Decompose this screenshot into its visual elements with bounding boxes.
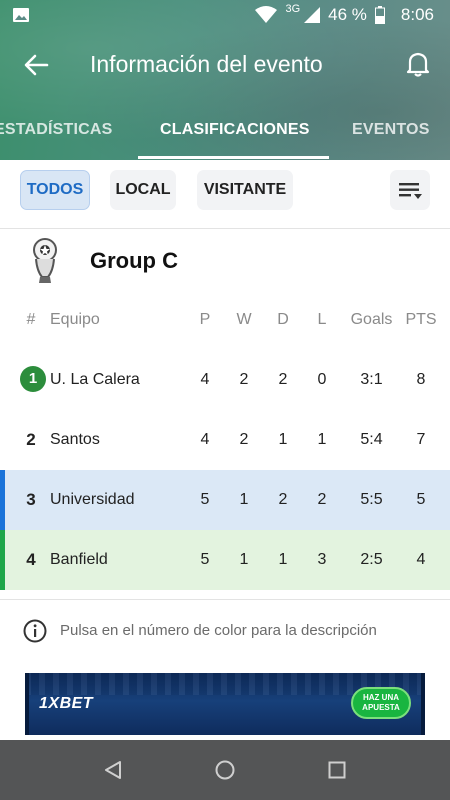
bell-icon[interactable] (406, 50, 430, 78)
losses-value: 1 (317, 431, 327, 448)
points-value: 5 (416, 491, 426, 508)
filter-visitante-button[interactable]: VISITANTE (197, 170, 293, 210)
ad-edge-left (25, 673, 29, 735)
points-value: 8 (416, 371, 426, 388)
position-number: 2 (26, 430, 36, 449)
goals-value: 5:4 (360, 431, 383, 448)
battery-icon (374, 6, 385, 24)
points-value: 7 (416, 431, 426, 448)
played-value: 4 (200, 431, 210, 448)
col-header-wins: W (236, 311, 252, 328)
system-nav-bar (0, 740, 450, 800)
group-title: Group C (90, 248, 178, 273)
ad-banner[interactable]: 1XBET HAZ UNA APUESTA (25, 673, 425, 735)
row-highlight-bar-green (0, 530, 5, 590)
table-row[interactable]: 1 U. La Calera 4 2 2 0 3:1 8 (0, 350, 450, 410)
sort-button[interactable] (390, 170, 430, 210)
ad-cta-button[interactable]: HAZ UNA APUESTA (351, 687, 411, 719)
toolbar: Información del evento (0, 32, 450, 98)
divider (0, 599, 450, 600)
losses-value: 3 (317, 551, 327, 568)
wins-value: 2 (239, 431, 249, 448)
points-value: 4 (416, 551, 426, 568)
tab-bar: ESTADÍSTICAS CLASIFICACIONES EVENTOS (0, 98, 450, 160)
col-header-played: P (199, 311, 211, 328)
filter-todos-button[interactable]: TODOS (20, 170, 90, 210)
ad-edge-right (421, 673, 425, 735)
draws-value: 1 (278, 431, 288, 448)
status-bar: 3G 46 % 8:06 (0, 0, 450, 32)
played-value: 5 (200, 491, 210, 508)
goals-value: 3:1 (360, 371, 383, 388)
page-title: Información del evento (90, 51, 323, 77)
tab-eventos[interactable]: EVENTOS (352, 121, 430, 139)
tab-clasificaciones[interactable]: CLASIFICACIONES (160, 121, 310, 139)
table-row-highlighted[interactable]: 4 Banfield 5 1 1 3 2:5 4 (0, 530, 450, 590)
team-name: Universidad (50, 491, 135, 508)
network-type: 3G (285, 3, 301, 15)
trophy-icon (33, 238, 57, 283)
draws-value: 2 (278, 371, 288, 388)
wins-value: 1 (239, 551, 249, 568)
losses-value: 2 (317, 491, 327, 508)
played-value: 5 (200, 551, 210, 568)
filter-bar: TODOS LOCAL VISITANTE (0, 160, 450, 229)
col-header-losses: L (317, 311, 327, 328)
position-number[interactable]: 4 (20, 530, 42, 590)
team-name: U. La Calera (50, 371, 140, 388)
info-icon (23, 619, 47, 643)
table-row[interactable]: 2 Santos 4 2 1 1 5:4 7 (0, 410, 450, 470)
position-number[interactable]: 3 (20, 470, 42, 530)
draws-value: 2 (278, 491, 288, 508)
nav-back-icon[interactable] (101, 758, 125, 782)
col-header-position: # (26, 311, 36, 328)
wins-value: 1 (239, 491, 249, 508)
table-row-highlighted[interactable]: 3 Universidad 5 1 2 2 5:5 5 (0, 470, 450, 530)
ad-brand-logo: 1XBET (39, 695, 94, 712)
active-tab-indicator (138, 156, 329, 159)
sort-list-icon (399, 183, 422, 199)
team-name: Banfield (50, 551, 108, 568)
filter-local-button[interactable]: LOCAL (110, 170, 176, 210)
group-header: Group C (0, 229, 450, 295)
clock: 8:06 (400, 5, 434, 24)
losses-value: 0 (317, 371, 327, 388)
played-value: 4 (200, 371, 210, 388)
back-arrow-icon[interactable] (22, 51, 50, 79)
table-header-row: # Equipo P W D L Goals PTS (0, 290, 450, 350)
tab-estadisticas[interactable]: ESTADÍSTICAS (0, 121, 113, 139)
wifi-icon (255, 6, 278, 23)
signal-icon (304, 7, 321, 23)
ad-container: 1XBET HAZ UNA APUESTA (0, 668, 450, 740)
info-text: Pulsa en el número de color para la desc… (60, 622, 377, 639)
col-header-team: Equipo (50, 311, 100, 328)
goals-value: 2:5 (360, 551, 383, 568)
col-header-draws: D (277, 311, 289, 328)
wins-value: 2 (239, 371, 249, 388)
nav-recents-icon[interactable] (325, 758, 349, 782)
nav-home-icon[interactable] (213, 758, 237, 782)
col-header-points: PTS (405, 311, 437, 328)
standings-table: # Equipo P W D L Goals PTS 1 U. La Caler… (0, 290, 450, 590)
battery-percent: 46 % (328, 5, 367, 24)
col-header-goals: Goals (350, 311, 393, 328)
goals-value: 5:5 (360, 491, 383, 508)
info-hint: Pulsa en el número de color para la desc… (0, 601, 450, 663)
team-name: Santos (50, 431, 100, 448)
position-badge-green[interactable]: 1 (20, 365, 46, 392)
draws-value: 1 (278, 551, 288, 568)
image-notification-icon (13, 8, 29, 22)
row-highlight-bar-blue (0, 470, 5, 530)
